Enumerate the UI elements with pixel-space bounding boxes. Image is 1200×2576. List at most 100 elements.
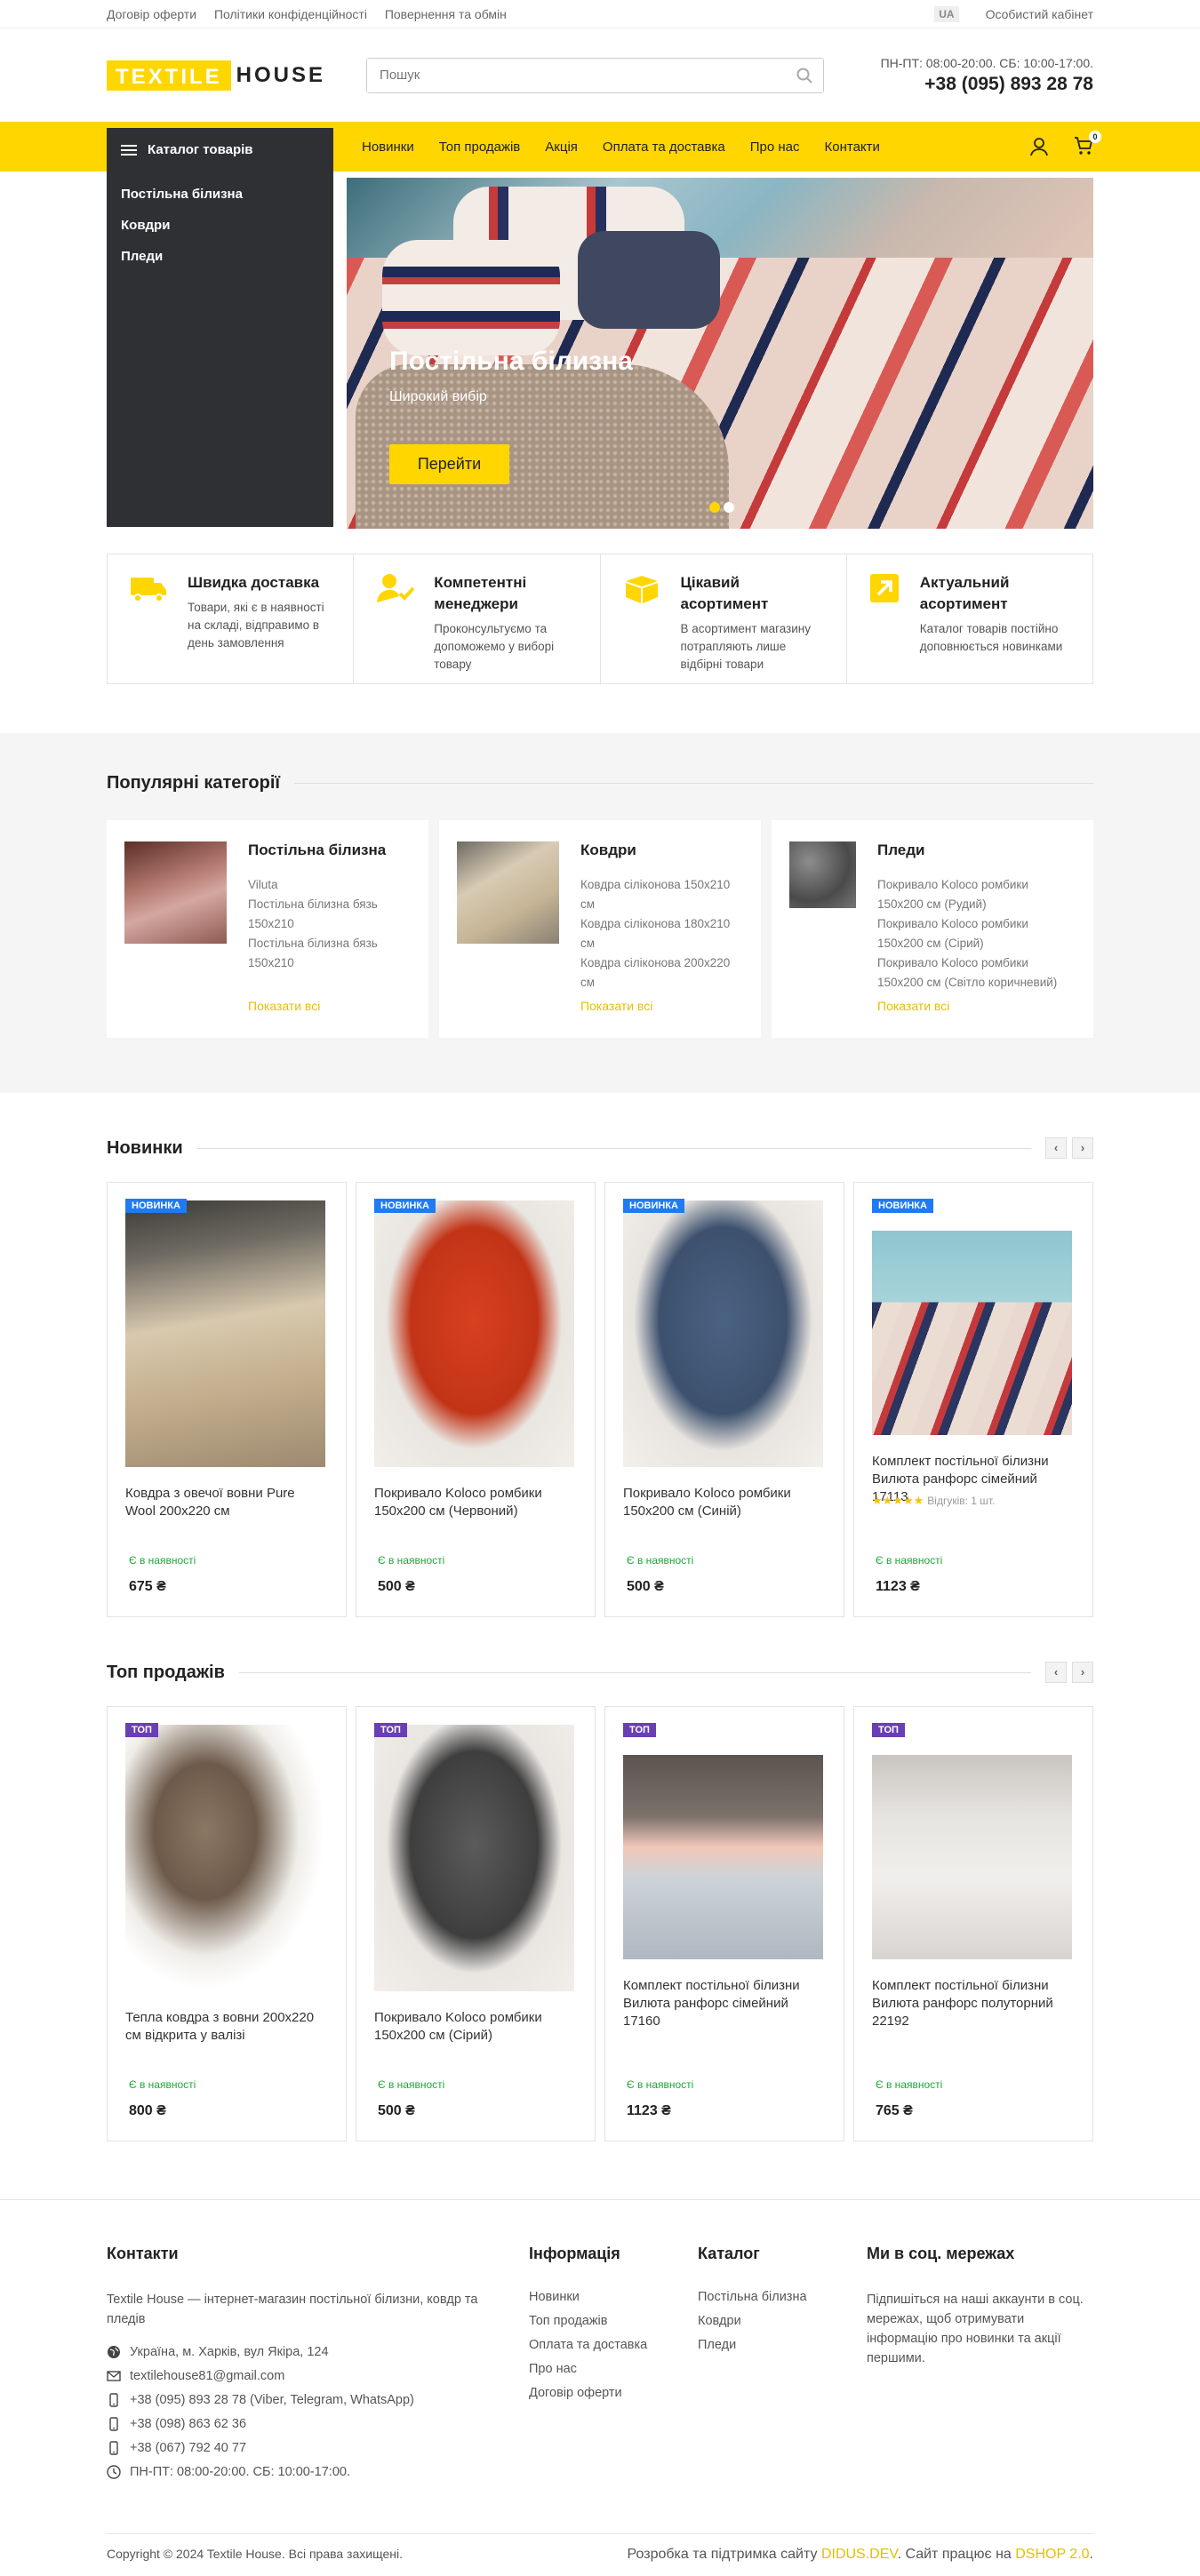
user-icon[interactable] [1029, 137, 1049, 156]
search-icon[interactable] [796, 68, 812, 84]
feature-actual: Актуальний асортимент Каталог товарів пос… [847, 554, 1092, 683]
product-image[interactable] [374, 1725, 574, 1991]
offer-link[interactable]: Договір оферти [107, 7, 196, 21]
prev-arrow-icon[interactable]: ‹ [1045, 1137, 1067, 1159]
category-link[interactable]: Viluta [248, 875, 411, 895]
feature-text: Каталог товарів постійно доповнюється но… [919, 622, 1063, 653]
category-image[interactable] [789, 841, 856, 908]
category-link[interactable]: Покривало Koloco ромбики 150x200 см (Руд… [877, 875, 1076, 914]
category-link[interactable]: Ковдра сіліконова 180x210 см [580, 914, 743, 953]
product-card[interactable]: НОВИНКА Покривало Koloco ромбики 150x200… [356, 1182, 596, 1617]
footer-phone-3[interactable]: +38 (067) 792 40 77 [130, 2441, 246, 2455]
footer-phone-2[interactable]: +38 (098) 863 62 36 [130, 2417, 246, 2431]
footer-info: Інформація Новинки Топ продажів Оплата т… [529, 2245, 698, 2489]
product-name[interactable]: Покривало Koloco ромбики 150x200 см (Син… [623, 1485, 826, 1538]
product-image[interactable] [374, 1200, 574, 1467]
next-arrow-icon[interactable]: › [1072, 1662, 1093, 1683]
product-name[interactable]: Покривало Koloco ромбики 150x200 см (Сір… [374, 2009, 577, 2062]
availability: Є в наявності [627, 1554, 694, 1567]
sidebar-item-blankets[interactable]: Ковдри [107, 210, 333, 241]
category-image[interactable] [457, 841, 559, 944]
show-all-link[interactable]: Показати всі [580, 999, 652, 1013]
category-card-bedding[interactable]: Постільна білизна Viluta Постільна білиз… [107, 820, 428, 1038]
category-link[interactable]: Покривало Koloco ромбики 150x200 см (Сір… [877, 914, 1076, 953]
product-price: 675 ₴ [129, 1579, 166, 1594]
language-switch[interactable]: UA [934, 6, 959, 22]
product-card[interactable]: НОВИНКА Покривало Koloco ромбики 150x200… [604, 1182, 844, 1617]
slider-dots [709, 502, 734, 513]
category-link[interactable]: Покривало Koloco ромбики 150x200 см (Сві… [877, 953, 1076, 993]
product-image[interactable] [872, 1755, 1072, 1959]
divider [238, 1671, 1031, 1673]
sidebar-item-bedding[interactable]: Постільна білизна [107, 179, 333, 210]
product-image[interactable] [872, 1231, 1072, 1435]
footer-link-about[interactable]: Про нас [529, 2362, 698, 2376]
category-card-blankets[interactable]: Ковдри Ковдра сіліконова 150x210 см Ковд… [439, 820, 761, 1038]
catalog-button[interactable]: Каталог товарів [107, 128, 333, 171]
category-link[interactable]: Ковдра сіліконова 150x210 см [580, 875, 743, 914]
divider [294, 783, 1093, 784]
footer-cat-bedding[interactable]: Постільна білизна [698, 2290, 867, 2304]
product-name[interactable]: Тепла ковдра з вовни 200x220 см відкрита… [125, 2009, 328, 2062]
product-image[interactable] [623, 1755, 823, 1959]
slide-go-button[interactable]: Перейти [389, 444, 509, 484]
footer-phone-1[interactable]: +38 (095) 893 28 78 (Viber, Telegram, Wh… [130, 2393, 414, 2407]
product-name[interactable]: Комплект постільної білизни Вилюта ранфо… [872, 1977, 1075, 2030]
category-title[interactable]: Постільна білизна [248, 841, 411, 859]
show-all-link[interactable]: Показати всі [248, 999, 320, 1013]
nav-about[interactable]: Про нас [750, 140, 800, 155]
sidebar-item-plaids[interactable]: Пледи [107, 241, 333, 272]
nav-top-sales[interactable]: Топ продажів [439, 140, 521, 155]
category-image[interactable] [124, 841, 227, 944]
next-arrow-icon[interactable]: › [1072, 1137, 1093, 1159]
product-card[interactable]: ТОП Комплект постільної білизни Вилюта р… [604, 1706, 844, 2141]
product-price: 500 ₴ [378, 2103, 415, 2118]
product-name[interactable]: Комплект постільної білизни Вилюта ранфо… [623, 1977, 826, 2030]
search-box [366, 57, 825, 93]
returns-link[interactable]: Повернення та обмін [385, 7, 507, 21]
hero-slider[interactable]: Постільна білизна Широкий вибір Перейти [347, 178, 1093, 529]
footer-link-payment[interactable]: Оплата та доставка [529, 2338, 698, 2352]
category-title[interactable]: Ковдри [580, 841, 743, 859]
search-input[interactable] [367, 58, 824, 92]
category-link[interactable]: Постільна білизна бязь 150x210 [248, 895, 411, 934]
nav-payment-delivery[interactable]: Оплата та доставка [603, 140, 725, 155]
logo[interactable]: TEXTILE HOUSE [107, 60, 331, 91]
reviews-count[interactable]: Відгуків: 1 шт. [927, 1495, 995, 1507]
show-all-link[interactable]: Показати всі [877, 999, 949, 1013]
footer-catalog: Каталог Постільна білизна Ковдри Пледи [698, 2245, 867, 2489]
slider-dot-2[interactable] [724, 502, 734, 513]
dev-link[interactable]: DIDUS.DEV [821, 2547, 898, 2562]
footer-cat-plaids[interactable]: Пледи [698, 2338, 867, 2352]
product-card[interactable]: НОВИНКА Комплект постільної білизни Вилю… [853, 1182, 1093, 1617]
category-link[interactable]: Ковдра сіліконова 200x220 см [580, 953, 743, 993]
product-card[interactable]: НОВИНКА Ковдра з овечої вовни Pure Wool … [107, 1182, 347, 1617]
footer-cat-blankets[interactable]: Ковдри [698, 2314, 867, 2328]
product-image[interactable] [125, 1725, 325, 1991]
prev-arrow-icon[interactable]: ‹ [1045, 1662, 1067, 1683]
cart-button[interactable]: 0 [1074, 130, 1101, 158]
features-strip: Швидка доставка Товари, які є в наявності… [107, 554, 1093, 684]
footer-link-offer[interactable]: Договір оферти [529, 2386, 698, 2400]
product-card[interactable]: ТОП Комплект постільної білизни Вилюта р… [853, 1706, 1093, 2141]
nav-contacts[interactable]: Контакти [825, 140, 880, 155]
footer-email[interactable]: textilehouse81@gmail.com [130, 2369, 284, 2383]
product-image[interactable] [623, 1200, 823, 1467]
category-link[interactable]: Постільна білизна бязь 150x210 [248, 934, 411, 973]
footer-link-top[interactable]: Топ продажів [529, 2314, 698, 2328]
footer-link-new[interactable]: Новинки [529, 2290, 698, 2304]
product-name[interactable]: Ковдра з овечої вовни Pure Wool 200x220 … [125, 1485, 328, 1538]
product-card[interactable]: ТОП Покривало Koloco ромбики 150x200 см … [356, 1706, 596, 2141]
engine-link[interactable]: DSHOP 2.0 [1015, 2547, 1089, 2562]
product-name[interactable]: Покривало Koloco ромбики 150x200 см (Чер… [374, 1485, 577, 1538]
category-card-plaids[interactable]: Пледи Покривало Koloco ромбики 150x200 с… [772, 820, 1093, 1038]
header-phone[interactable]: +38 (095) 893 28 78 [881, 74, 1093, 95]
privacy-link[interactable]: Політики конфіденційності [214, 7, 367, 21]
product-image[interactable] [125, 1200, 325, 1467]
nav-new[interactable]: Новинки [362, 140, 414, 155]
category-title[interactable]: Пледи [877, 841, 1076, 859]
product-card[interactable]: ТОП Тепла ковдра з вовни 200x220 см відк… [107, 1706, 347, 2141]
account-link[interactable]: Особистий кабінет [986, 7, 1093, 21]
nav-sale[interactable]: Акція [545, 140, 578, 155]
slider-dot-1[interactable] [709, 502, 720, 513]
